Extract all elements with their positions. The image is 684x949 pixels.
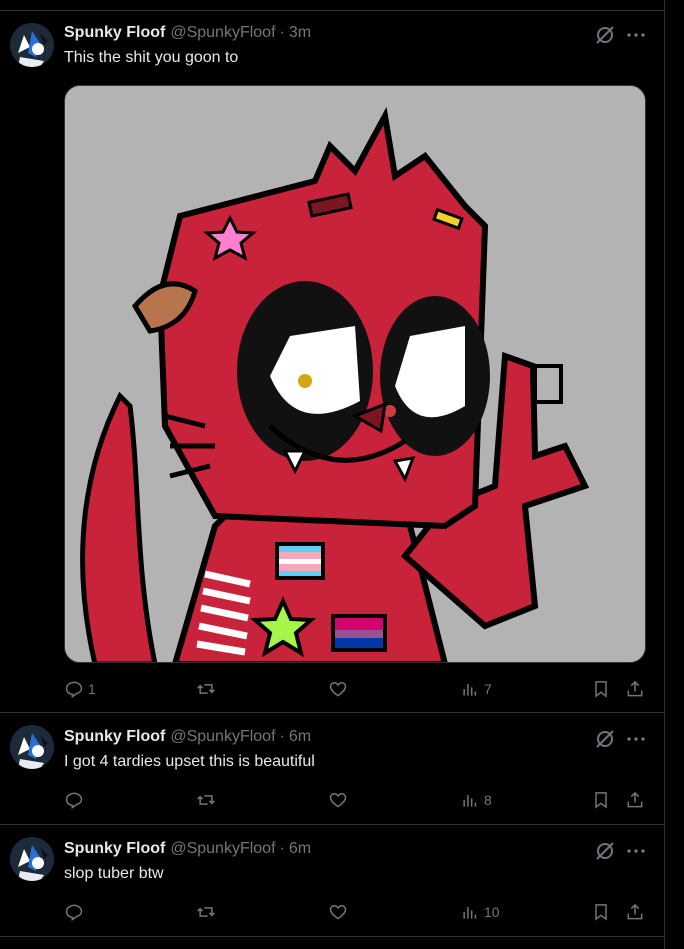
post[interactable]: Spunky Floof @SpunkyFloof · 6m I got 4 t…: [0, 713, 664, 825]
separator: ·: [279, 840, 285, 857]
like-button[interactable]: [328, 788, 352, 812]
more-icon[interactable]: [624, 23, 648, 47]
share-button[interactable]: [625, 900, 645, 924]
grok-icon[interactable]: [593, 839, 617, 863]
post-text: slop tuber btw: [64, 865, 164, 882]
reply-button[interactable]: [64, 788, 88, 812]
like-button[interactable]: [328, 677, 352, 701]
like-button[interactable]: [328, 900, 352, 924]
author-handle[interactable]: @SpunkyFloof: [170, 24, 275, 42]
views-button[interactable]: 7: [460, 677, 492, 701]
post-time[interactable]: 3m: [289, 24, 311, 42]
views-count: 7: [484, 681, 492, 697]
views-icon: [463, 684, 477, 696]
character-drawing: [65, 86, 645, 662]
repost-button[interactable]: [196, 788, 220, 812]
post-header: Spunky Floof @SpunkyFloof · 3m: [64, 23, 311, 43]
views-button[interactable]: 8: [460, 788, 492, 812]
action-bar: 10: [0, 900, 664, 924]
repost-icon: [197, 907, 215, 917]
repost-button[interactable]: [196, 677, 220, 701]
author-name[interactable]: Spunky Floof: [64, 728, 165, 746]
bookmark-button[interactable]: [591, 900, 611, 924]
reply-button[interactable]: [64, 900, 88, 924]
avatar[interactable]: [10, 837, 54, 881]
separator: ·: [279, 24, 285, 41]
reply-icon: [65, 792, 83, 809]
more-icon[interactable]: [624, 727, 648, 751]
post-text: I got 4 tardies upset this is beautiful: [64, 753, 315, 770]
reply-icon: [65, 681, 83, 698]
post-header: Spunky Floof @SpunkyFloof · 6m: [64, 839, 311, 859]
bookmark-button[interactable]: [591, 677, 611, 701]
bookmark-icon: [595, 792, 607, 809]
post[interactable]: Spunky Floof @SpunkyFloof · 3m This the …: [0, 10, 664, 713]
bookmark-icon: [595, 904, 607, 921]
repost-icon: [197, 795, 215, 805]
views-icon: [463, 795, 477, 807]
avatar[interactable]: [10, 23, 54, 67]
like-icon: [329, 904, 347, 920]
author-name[interactable]: Spunky Floof: [64, 840, 165, 858]
bookmark-button[interactable]: [591, 788, 611, 812]
repost-button[interactable]: [196, 900, 220, 924]
timeline-column: Spunky Floof @SpunkyFloof · 3m This the …: [0, 0, 665, 949]
post-header: Spunky Floof @SpunkyFloof · 6m: [64, 727, 311, 747]
share-button[interactable]: [625, 677, 645, 701]
like-icon: [329, 681, 347, 697]
views-icon: [463, 907, 477, 919]
repost-icon: [197, 684, 215, 694]
post-text: This the shit you goon to: [64, 49, 239, 66]
views-count: 8: [484, 792, 492, 808]
share-button[interactable]: [625, 788, 645, 812]
action-bar: 8: [0, 788, 664, 812]
post-time[interactable]: 6m: [289, 840, 311, 858]
author-handle[interactable]: @SpunkyFloof: [170, 728, 275, 746]
reply-button[interactable]: 1: [64, 677, 96, 701]
post-image[interactable]: [64, 85, 646, 663]
more-icon[interactable]: [624, 839, 648, 863]
avatar[interactable]: [10, 725, 54, 769]
bookmark-icon: [595, 681, 607, 698]
reply-count: 1: [88, 681, 96, 697]
reply-icon: [65, 904, 83, 921]
share-icon: [627, 903, 643, 920]
separator: ·: [279, 728, 285, 745]
share-icon: [627, 791, 643, 808]
post[interactable]: Spunky Floof @SpunkyFloof · 6m slop tube…: [0, 825, 664, 937]
author-handle[interactable]: @SpunkyFloof: [170, 840, 275, 858]
like-icon: [329, 792, 347, 808]
author-name[interactable]: Spunky Floof: [64, 24, 165, 42]
views-button[interactable]: 10: [460, 900, 500, 924]
action-bar: 1 7: [0, 677, 664, 701]
post-time[interactable]: 6m: [289, 728, 311, 746]
grok-icon[interactable]: [593, 727, 617, 751]
views-count: 10: [484, 904, 500, 920]
share-icon: [627, 680, 643, 697]
grok-icon[interactable]: [593, 23, 617, 47]
